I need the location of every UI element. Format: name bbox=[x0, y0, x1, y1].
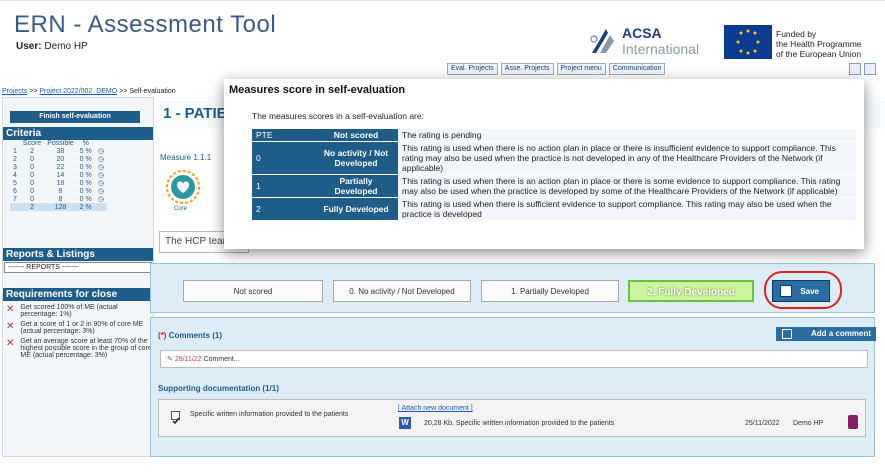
nav-eval-projects[interactable]: Eval. Projects bbox=[447, 63, 498, 75]
requirements-list: ✕ Get scored 100% of ME (actual percentag… bbox=[6, 304, 152, 362]
cross-icon: ✕ bbox=[6, 321, 15, 332]
clock-icon: ◷ bbox=[97, 196, 104, 203]
nav-communication[interactable]: Communication bbox=[608, 63, 666, 75]
breadcrumb-projects[interactable]: Projects bbox=[2, 88, 27, 95]
table-row: 2 0 20 0 % ◷ bbox=[10, 155, 107, 164]
document-file[interactable]: 20,28 Kb. Specific written information p… bbox=[424, 420, 614, 427]
document-row bbox=[158, 399, 866, 437]
table-row: 7080 % ◷ bbox=[10, 195, 107, 204]
requirements-heading: Requirements for close bbox=[3, 288, 153, 301]
list-item: ✕ Get scored 100% of ME (actual percentag… bbox=[6, 304, 118, 318]
home-icon[interactable] bbox=[849, 63, 861, 75]
criteria-total-row: 2 128 2 % bbox=[10, 203, 107, 211]
breadcrumb-project[interactable]: Project 2022/002_DEMO bbox=[39, 88, 117, 95]
help-icon[interactable] bbox=[864, 63, 876, 75]
core-label: Core bbox=[174, 206, 188, 212]
nav-project-menu[interactable]: Project menu bbox=[556, 63, 606, 75]
table-row: 5 0 18 0 % ◷ bbox=[10, 179, 107, 188]
finish-self-evaluation-button[interactable]: Finish self-evaluation bbox=[10, 111, 140, 123]
score-partially-developed-button[interactable]: 1. Partially Developed bbox=[481, 280, 619, 302]
save-highlight bbox=[764, 271, 842, 309]
reports-heading: Reports & Listings bbox=[3, 248, 153, 261]
measure-label: Measure 1.1.1 bbox=[160, 153, 212, 162]
table-row: 1 2 38 5 % ◷ bbox=[10, 147, 107, 156]
word-file-icon[interactable]: W bbox=[399, 417, 411, 429]
nav-asse-projects[interactable]: Asse. Projects bbox=[500, 63, 554, 75]
list-item: ✕ Get an average score at least 70% of th… bbox=[6, 338, 152, 359]
top-nav: Eval. Projects Asse. Projects Project me… bbox=[447, 63, 666, 75]
acsa-mark-icon bbox=[590, 29, 614, 53]
core-heart-icon bbox=[160, 169, 206, 205]
criteria-table: Score Possible% 1 2 38 5 % ◷ 2 0 20 0 % ◷ 3 0 22 0 %… bbox=[10, 139, 107, 211]
document-date: 25/11/2022 bbox=[745, 420, 780, 427]
score-fully-developed-button[interactable]: 2. Fully Developed bbox=[628, 280, 754, 302]
table-row: 6080 % ◷ bbox=[10, 187, 107, 196]
clock-icon: ◷ bbox=[97, 164, 104, 171]
cross-icon: ✕ bbox=[6, 304, 15, 315]
add-comment-button[interactable]: Add a comment bbox=[776, 327, 876, 341]
reports-select[interactable]: ------- REPORTS ------- bbox=[4, 262, 152, 273]
acsa-logo: ACSA International bbox=[590, 23, 710, 63]
clock-icon: ◷ bbox=[97, 172, 104, 179]
attach-document-link[interactable]: [ Attach new document ] bbox=[398, 405, 473, 412]
document-checkbox[interactable] bbox=[171, 411, 180, 425]
popup-subtitle: The measures scores in a self-evaluation… bbox=[252, 111, 424, 121]
toolbar-icons bbox=[849, 63, 876, 75]
score-not-scored-button[interactable]: Not scored bbox=[183, 280, 323, 302]
list-item: ✕ Get a score of 1 or 2 in 90% of core ME… bbox=[6, 321, 144, 335]
table-row: 1 Partially Developed This rating is used … bbox=[252, 175, 856, 197]
eu-flag-icon bbox=[724, 25, 772, 59]
app-title: ERN - Assessment Tool bbox=[14, 11, 277, 38]
comment-item[interactable]: ✎ 28/11/22 Comment... bbox=[160, 350, 868, 368]
table-row: 0 No activity / Not Developed This rating … bbox=[252, 142, 856, 174]
comments-heading: (*) Comments (1) bbox=[158, 331, 223, 340]
clock-icon: ◷ bbox=[97, 156, 104, 163]
user-info: User: Demo HP bbox=[16, 41, 88, 52]
clock-icon: ◷ bbox=[97, 188, 104, 195]
breadcrumb: Projects >> Project 2022/002_DEMO >> Sel… bbox=[2, 88, 176, 95]
cross-icon: ✕ bbox=[6, 338, 15, 349]
clock-icon: ◷ bbox=[97, 180, 104, 187]
table-row: PTE Not scored The rating is pending bbox=[252, 129, 856, 141]
table-row: 4 0 14 0 % ◷ bbox=[10, 171, 107, 180]
document-user: Demo HP bbox=[793, 420, 824, 427]
supporting-doc-heading: Supporting documentation (1/1) bbox=[158, 384, 279, 393]
table-row: 2 Fully Developed This rating is used when… bbox=[252, 198, 856, 220]
table-row: 3 0 22 0 % ◷ bbox=[10, 163, 107, 172]
score-no-activity-button[interactable]: 0. No activity / Not Developed bbox=[333, 280, 471, 302]
edit-icon: ✎ bbox=[167, 356, 173, 363]
score-legend-table: PTE Not scored The rating is pending 0 No a… bbox=[252, 128, 856, 221]
eu-funding-text: Funded by the Health Programme of the Euro… bbox=[776, 29, 862, 59]
delete-icon[interactable] bbox=[848, 415, 858, 429]
document-title: Specific written information provided to… bbox=[190, 411, 349, 418]
clock-icon: ◷ bbox=[97, 148, 104, 155]
page: ERN - Assessment Tool User: Demo HP ACSA… bbox=[0, 0, 885, 472]
add-comment-icon bbox=[782, 329, 792, 339]
popup-title: Measures score in self-evaluation bbox=[229, 84, 406, 96]
